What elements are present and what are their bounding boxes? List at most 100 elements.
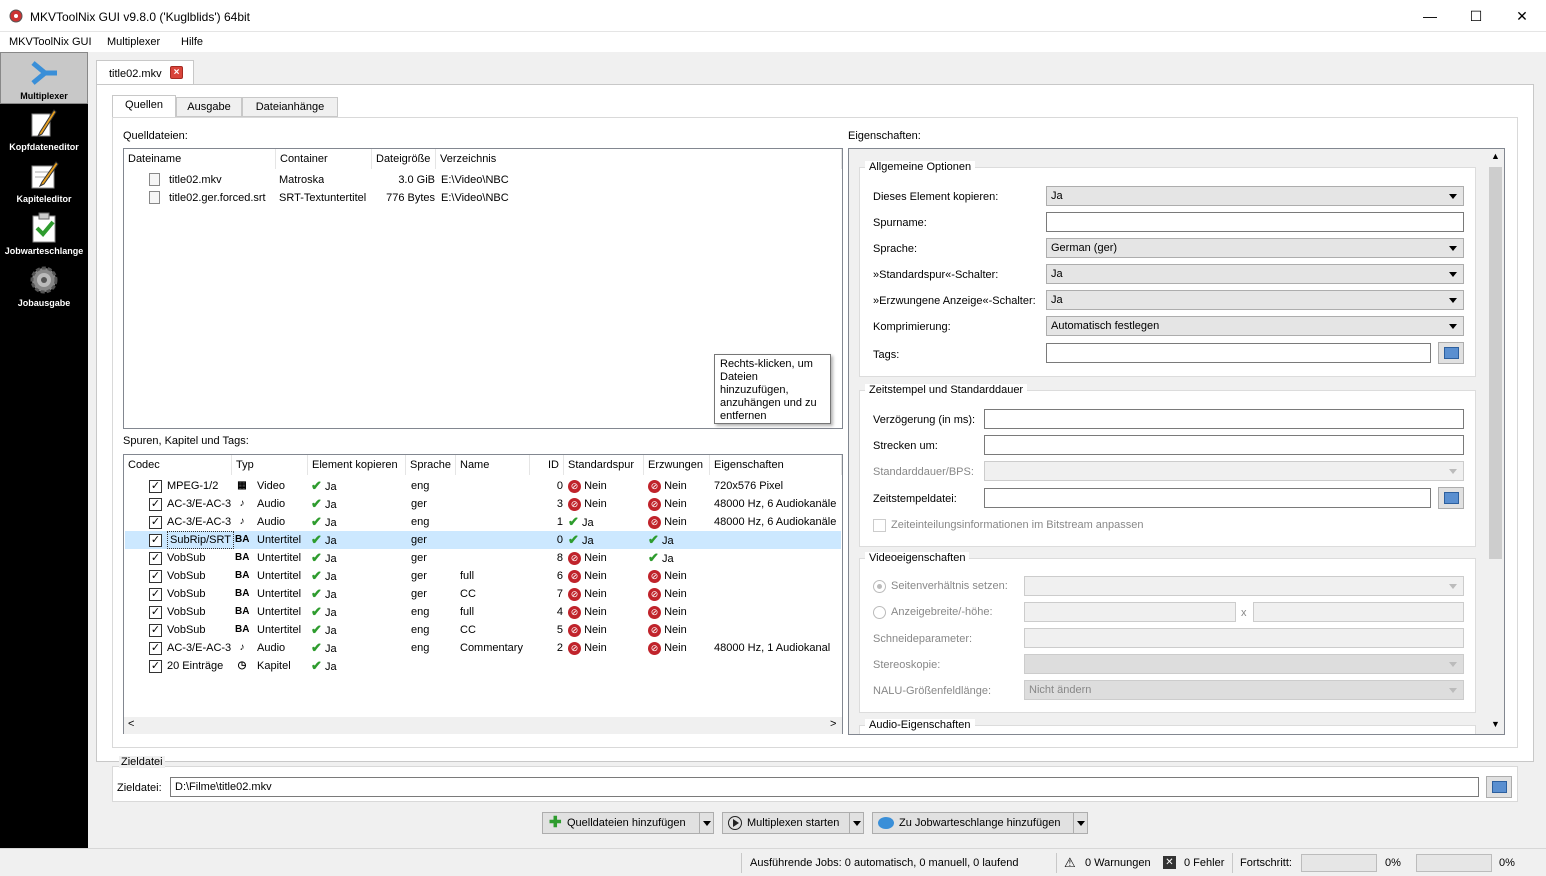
aspect-select[interactable] (1024, 576, 1464, 596)
check-icon: ✔ (648, 532, 659, 547)
table-row[interactable]: ✓ VobSub BA Untertitel ✔ Ja eng CC 5 ⊘ Nein ⊘ Nei… (125, 621, 841, 639)
minimize-button[interactable]: — (1407, 0, 1453, 32)
tags-browse-button[interactable] (1438, 342, 1464, 364)
table-row[interactable]: ✓ SubRip/SRT BA Untertitel ✔ Ja ger 0 ✔ Ja ✔ Ja (125, 531, 841, 549)
col-type[interactable]: Typ (232, 455, 308, 475)
menu-multiplexer[interactable]: Multiplexer (107, 36, 160, 48)
start-multiplex-button[interactable]: Multiplexen starten (722, 812, 864, 834)
timestamp-browse-button[interactable] (1438, 487, 1464, 509)
scroll-up-icon[interactable]: ▲ (1491, 151, 1500, 161)
crop-label: Schneideparameter: (873, 633, 973, 645)
col-size[interactable]: Dateigröße (372, 149, 436, 169)
track-name-input[interactable] (1046, 212, 1464, 232)
col-properties[interactable]: Eigenschaften (710, 455, 842, 475)
copy-checkbox[interactable]: ✓ (149, 534, 162, 547)
scrollbar-thumb[interactable] (1489, 167, 1502, 559)
output-browse-button[interactable] (1486, 776, 1512, 798)
copy-checkbox[interactable]: ✓ (149, 480, 162, 493)
timestamp-file-input[interactable] (984, 488, 1431, 508)
menu-help[interactable]: Hilfe (181, 36, 203, 48)
maximize-button[interactable]: ☐ (1453, 0, 1499, 32)
tab-output[interactable]: Ausgabe (176, 97, 242, 117)
timestamps-title: Zeitstempel und Standarddauer (865, 384, 1028, 396)
table-row[interactable]: ✓ AC-3/E-AC-3 ♪ Audio ✔ Ja eng Commentary 2 ⊘ Ne… (125, 639, 841, 657)
tab-attachments[interactable]: Dateianhänge (242, 97, 338, 117)
display-height-input[interactable] (1253, 602, 1464, 622)
tracks-list[interactable]: Codec Typ Element kopieren Sprache Name … (123, 454, 843, 734)
col-copy[interactable]: Element kopieren (308, 455, 406, 475)
col-name[interactable]: Name (456, 455, 530, 475)
aspect-radio[interactable] (873, 580, 886, 593)
chevron-down-icon[interactable] (699, 813, 713, 833)
list-item[interactable]: title02.mkv Matroska 3.0 GiB E:\Video\NB… (125, 171, 841, 189)
tab-file[interactable]: title02.mkv × (96, 60, 194, 85)
table-row[interactable]: ✓ VobSub BA Untertitel ✔ Ja ger CC 7 ⊘ Nein ⊘ Nei… (125, 585, 841, 603)
stretch-input[interactable] (984, 435, 1464, 455)
display-width-input[interactable] (1024, 602, 1236, 622)
display-size-radio[interactable] (873, 606, 886, 619)
plus-icon: ✚ (549, 814, 562, 831)
chevron-down-icon[interactable] (849, 813, 863, 833)
default-flag-select[interactable]: Ja (1046, 264, 1464, 284)
copy-checkbox[interactable]: ✓ (149, 552, 162, 565)
scroll-down-icon[interactable]: ▼ (1491, 719, 1500, 729)
horizontal-scrollbar[interactable]: < > (124, 717, 842, 734)
errors-count[interactable]: 0 Fehler (1184, 857, 1224, 869)
output-file-input[interactable]: D:\Filme\title02.mkv (170, 777, 1479, 797)
copy-checkbox[interactable]: ✓ (149, 498, 162, 511)
fix-bitstream-checkbox[interactable] (873, 519, 886, 532)
stereo-select[interactable] (1024, 654, 1464, 674)
compression-select[interactable]: Automatisch festlegen (1046, 316, 1464, 336)
copy-checkbox[interactable]: ✓ (149, 606, 162, 619)
table-row[interactable]: ✓ VobSub BA Untertitel ✔ Ja eng full 4 ⊘ Nein ⊘ N… (125, 603, 841, 621)
col-language[interactable]: Sprache (406, 455, 456, 475)
table-row[interactable]: ✓ VobSub BA Untertitel ✔ Ja ger 8 ⊘ Nein ✔ Ja (125, 549, 841, 567)
nav-header-editor[interactable]: Kopfdateneditor (0, 104, 88, 156)
warnings-count[interactable]: 0 Warnungen (1085, 857, 1151, 869)
crop-input[interactable] (1024, 628, 1464, 648)
default-duration-select[interactable] (984, 461, 1464, 481)
nav-job-output[interactable]: Jobausgabe (0, 260, 88, 312)
add-source-files-button[interactable]: ✚ Quelldateien hinzufügen (542, 812, 714, 834)
col-directory[interactable]: Verzeichnis (436, 149, 842, 169)
col-forced[interactable]: Erzwungen (644, 455, 710, 475)
tab-sources[interactable]: Quellen (112, 95, 176, 118)
copy-checkbox[interactable]: ✓ (149, 642, 162, 655)
properties-scrollbar[interactable]: ▲ ▼ (1487, 149, 1504, 734)
nav-job-queue[interactable]: Jobwarteschlange (0, 208, 88, 260)
table-row[interactable]: ✓ VobSub BA Untertitel ✔ Ja ger full 6 ⊘ Nein ⊘ N… (125, 567, 841, 585)
copy-checkbox[interactable]: ✓ (149, 660, 162, 673)
nalu-select[interactable]: Nicht ändern (1024, 680, 1464, 700)
copy-checkbox[interactable]: ✓ (149, 588, 162, 601)
table-row[interactable]: ✓ MPEG-1/2 ▦ Video ✔ Ja eng 0 ⊘ Nein ⊘ Nein 720x5… (125, 477, 841, 495)
col-container[interactable]: Container (276, 149, 372, 169)
col-codec[interactable]: Codec (124, 455, 232, 475)
nav-multiplexer[interactable]: Multiplexer (0, 52, 88, 104)
table-row[interactable]: ✓ 20 Einträge ◷ Kapitel ✔ Ja (125, 657, 841, 675)
menu-mkvtoolnix[interactable]: MKVToolNix GUI (9, 36, 92, 48)
delay-input[interactable] (984, 409, 1464, 429)
copy-checkbox[interactable]: ✓ (149, 516, 162, 529)
chevron-down-icon[interactable] (1073, 813, 1087, 833)
col-default[interactable]: Standardspur (564, 455, 644, 475)
scroll-left-icon[interactable]: < (128, 718, 134, 730)
col-filename[interactable]: Dateiname (124, 149, 276, 169)
copy-checkbox[interactable]: ✓ (149, 624, 162, 637)
output-group-title: Zieldatei (119, 756, 165, 768)
close-window-button[interactable]: ✕ (1499, 0, 1545, 32)
nav-chapter-editor[interactable]: Kapiteleditor (0, 156, 88, 208)
no-icon: ⊘ (648, 497, 661, 511)
window-title: MKVToolNix GUI v9.8.0 ('Kuglblids') 64bi… (30, 10, 251, 24)
copy-checkbox[interactable]: ✓ (149, 570, 162, 583)
col-id[interactable]: ID (530, 455, 564, 475)
tags-input[interactable] (1046, 343, 1431, 363)
copy-select[interactable]: Ja (1046, 186, 1464, 206)
language-select[interactable]: German (ger) (1046, 238, 1464, 258)
forced-flag-select[interactable]: Ja (1046, 290, 1464, 310)
close-tab-icon[interactable]: × (170, 66, 183, 79)
add-to-queue-button[interactable]: Zu Jobwarteschlange hinzufügen (872, 812, 1088, 834)
table-row[interactable]: ✓ AC-3/E-AC-3 ♪ Audio ✔ Ja ger 3 ⊘ Nein ⊘ Nein 48… (125, 495, 841, 513)
list-item[interactable]: title02.ger.forced.srt SRT-Textuntertite… (125, 189, 841, 207)
scroll-right-icon[interactable]: > (830, 718, 836, 730)
table-row[interactable]: ✓ AC-3/E-AC-3 ♪ Audio ✔ Ja eng 1 ✔ Ja ⊘ Nein 4800… (125, 513, 841, 531)
